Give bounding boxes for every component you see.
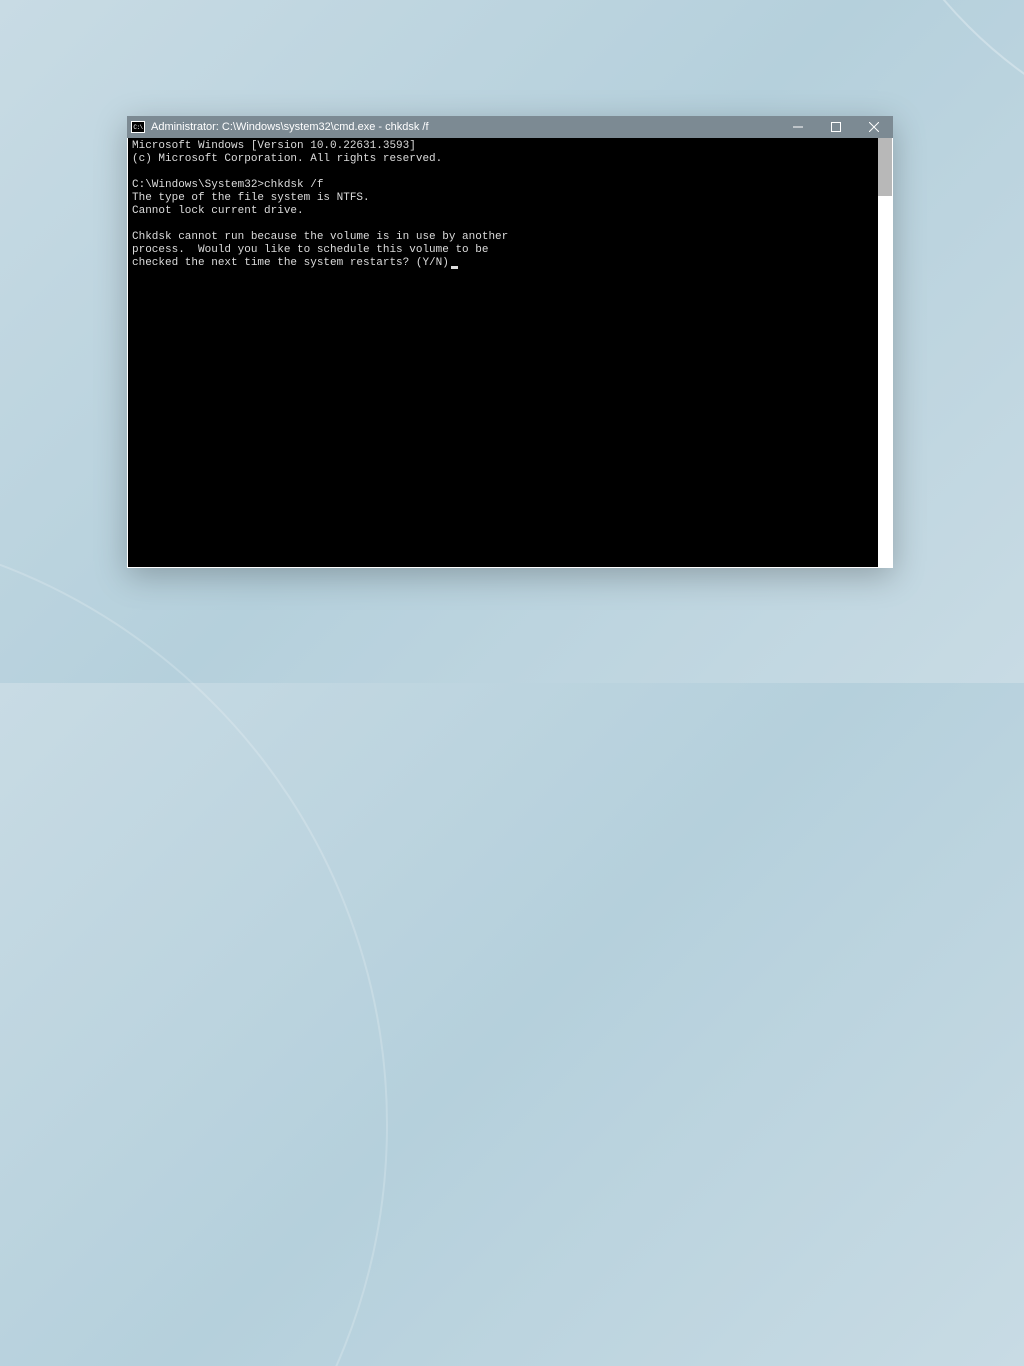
- terminal-line: Chkdsk cannot run because the volume is …: [132, 231, 874, 244]
- terminal-line: Cannot lock current drive.: [132, 205, 874, 218]
- maximize-icon: [831, 122, 841, 132]
- terminal-line: checked the next time the system restart…: [132, 257, 874, 270]
- terminal-line: C:\Windows\System32>chkdsk /f: [132, 179, 874, 192]
- terminal-line: [132, 218, 874, 231]
- cmd-icon: C:\: [131, 121, 145, 133]
- maximize-button[interactable]: [817, 116, 855, 138]
- cmd-window: C:\ Administrator: C:\Windows\system32\c…: [127, 116, 893, 568]
- terminal-line: process. Would you like to schedule this…: [132, 244, 874, 257]
- terminal-line: Microsoft Windows [Version 10.0.22631.35…: [132, 140, 874, 153]
- titlebar[interactable]: C:\ Administrator: C:\Windows\system32\c…: [127, 116, 893, 138]
- close-icon: [869, 122, 879, 132]
- terminal-line: [132, 166, 874, 179]
- terminal-line: (c) Microsoft Corporation. All rights re…: [132, 153, 874, 166]
- minimize-icon: [793, 122, 803, 132]
- window-controls: [779, 116, 893, 138]
- cursor: [451, 266, 458, 269]
- terminal-content: Microsoft Windows [Version 10.0.22631.35…: [128, 138, 878, 567]
- window-title: Administrator: C:\Windows\system32\cmd.e…: [151, 121, 779, 133]
- minimize-button[interactable]: [779, 116, 817, 138]
- terminal-line: The type of the file system is NTFS.: [132, 192, 874, 205]
- scrollbar-thumb[interactable]: [878, 138, 892, 196]
- scrollbar[interactable]: [878, 138, 892, 567]
- close-button[interactable]: [855, 116, 893, 138]
- terminal-area[interactable]: Microsoft Windows [Version 10.0.22631.35…: [127, 138, 893, 568]
